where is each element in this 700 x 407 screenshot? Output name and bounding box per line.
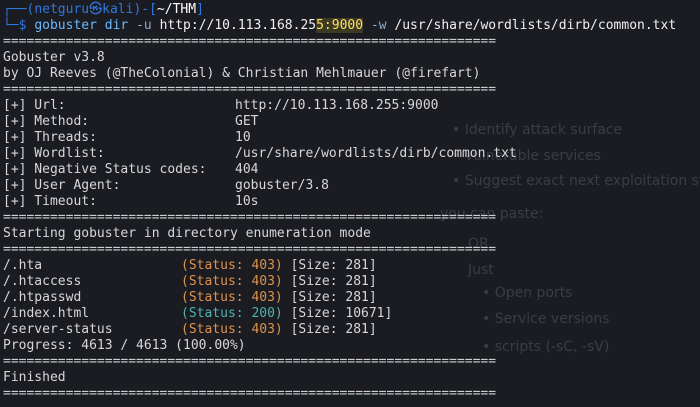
- result-path: /.htpasswd: [3, 290, 82, 305]
- config-value: gobuster/3.8: [235, 178, 329, 193]
- terminal-output: ┌──(netguru㉿kali)-[~/THM] └─$ gobuster d…: [3, 2, 700, 402]
- config-row: [+] Wordlist: /usr/share/wordlists/dirb/c…: [3, 146, 700, 162]
- result-row: /.hta (Status: 403) [Size: 281]: [3, 258, 700, 274]
- result-status: (Status: 403): [181, 274, 283, 289]
- result-path: /index.html: [3, 306, 90, 321]
- banner-authors: by OJ Reeves (@TheColonial) & Christian …: [3, 66, 481, 81]
- config-value: /usr/share/wordlists/dirb/common.txt: [235, 146, 517, 161]
- prompt-user: netguru: [34, 2, 90, 17]
- result-size: [Size: 10671]: [290, 306, 393, 321]
- result-row: /server-status (Status: 403) [Size: 281]: [3, 322, 700, 338]
- config-row: [+] Timeout: 10s: [3, 194, 700, 210]
- config-key: [+] Method:: [3, 114, 90, 129]
- finished-message: Finished: [3, 370, 66, 385]
- config-block: [+] Url: http://10.113.168.255:9000 [+] M…: [3, 98, 700, 210]
- result-size: [Size: 281]: [290, 322, 377, 337]
- url-highlight: 5:9000: [316, 18, 364, 33]
- result-path: /server-status: [3, 322, 113, 337]
- separator: ========================================…: [3, 354, 497, 369]
- config-row: [+] Method: GET: [3, 114, 700, 130]
- url-flag: -u: [136, 18, 152, 33]
- command-subcmd: dir: [104, 18, 129, 33]
- command-line[interactable]: └─$ gobuster dir -u http://10.113.168.25…: [3, 18, 700, 34]
- result-path: /.htaccess: [3, 274, 82, 289]
- config-value: 10: [235, 130, 251, 145]
- result-size: [Size: 281]: [290, 290, 377, 305]
- result-row: /index.html (Status: 200) [Size: 10671]: [3, 306, 700, 322]
- prompt-host: kali: [102, 2, 134, 17]
- result-size: [Size: 281]: [290, 274, 377, 289]
- result-row: /.htpasswd (Status: 403) [Size: 281]: [3, 290, 700, 306]
- config-row: [+] User Agent: gobuster/3.8: [3, 178, 700, 194]
- command-wordlist: /usr/share/wordlists/dirb/common.txt: [394, 18, 677, 33]
- config-value: http://10.113.168.255:9000: [235, 98, 439, 113]
- banner-version: Gobuster v3.8: [3, 50, 105, 65]
- command-url: http://10.113.168.25: [159, 18, 317, 33]
- config-key: [+] Url:: [3, 98, 66, 113]
- shell-prompt: ┌──(netguru㉿kali)-[~/THM]: [3, 2, 204, 17]
- result-size: [Size: 281]: [290, 258, 377, 273]
- wordlist-flag: -w: [370, 18, 387, 33]
- config-key: [+] Negative Status codes:: [3, 162, 207, 177]
- separator: ========================================…: [3, 34, 497, 49]
- result-path: /.hta: [3, 258, 43, 273]
- config-key: [+] Timeout:: [3, 194, 97, 209]
- config-row: [+] Url: http://10.113.168.255:9000: [3, 98, 700, 114]
- results-list: /.hta (Status: 403) [Size: 281] /.htacces…: [3, 258, 700, 338]
- separator: ========================================…: [3, 242, 497, 257]
- config-row: [+] Threads: 10: [3, 130, 700, 146]
- config-key: [+] Threads:: [3, 130, 97, 145]
- config-value: 10s: [235, 194, 259, 209]
- prompt-symbol: $: [18, 18, 27, 33]
- progress-line: Progress: 4613 / 4613 (100.00%): [3, 338, 246, 353]
- result-row: /.htaccess (Status: 403) [Size: 281]: [3, 274, 700, 290]
- config-row: [+] Negative Status codes: 404: [3, 162, 700, 178]
- result-status: (Status: 403): [181, 258, 283, 273]
- start-message: Starting gobuster in directory enumerati…: [3, 226, 371, 241]
- separator: ========================================…: [3, 210, 497, 225]
- result-status: (Status: 200): [181, 306, 283, 321]
- config-key: [+] User Agent:: [3, 178, 121, 193]
- config-value: GET: [235, 114, 259, 129]
- terminal-window[interactable]: • Identify attack surface • vulnerable s…: [0, 0, 700, 407]
- separator: ========================================…: [3, 386, 497, 401]
- command-name: gobuster: [34, 18, 97, 33]
- prompt-dir: ~/THM: [156, 2, 197, 17]
- kali-icon: ㉿: [89, 2, 103, 17]
- separator: ========================================…: [3, 82, 497, 97]
- result-status: (Status: 403): [181, 290, 283, 305]
- result-status: (Status: 403): [181, 322, 283, 337]
- config-value: 404: [235, 162, 259, 177]
- config-key: [+] Wordlist:: [3, 146, 105, 161]
